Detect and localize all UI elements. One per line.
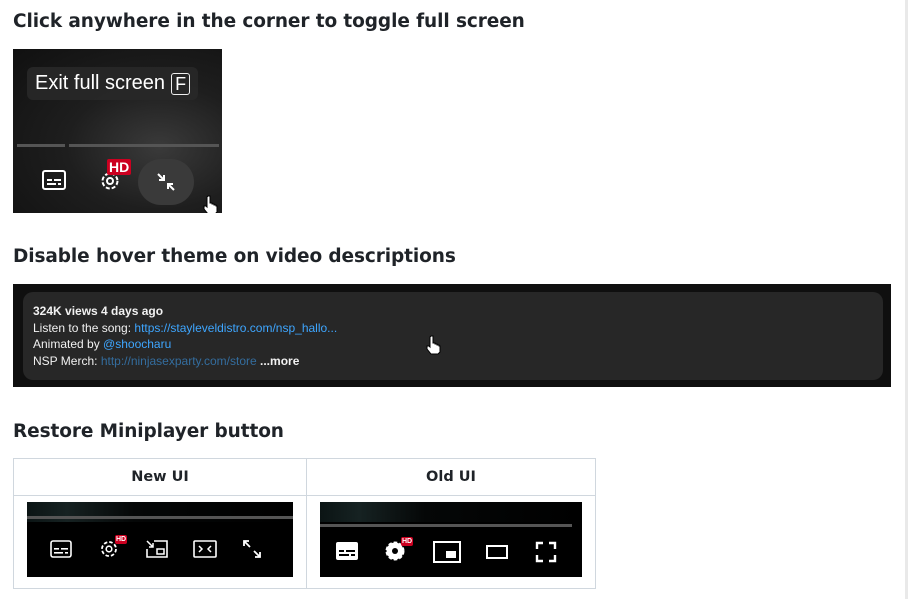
merch-link[interactable]: http://ninjasexparty.com/store bbox=[101, 354, 257, 368]
view-stats: 324K views 4 days ago bbox=[33, 304, 164, 318]
progress-bar-segment bbox=[69, 144, 219, 147]
theater-mode-icon[interactable] bbox=[486, 545, 508, 559]
miniplayer-icon[interactable] bbox=[145, 539, 169, 559]
video-background bbox=[27, 502, 293, 522]
heading-fullscreen: Click anywhere in the corner to toggle f… bbox=[13, 11, 525, 32]
subtitles-icon[interactable] bbox=[50, 540, 72, 558]
subtitles-icon[interactable] bbox=[42, 170, 66, 192]
song-link[interactable]: https://stayleveldistro.com/nsp_hallo... bbox=[134, 321, 337, 335]
heading-description: Disable hover theme on video description… bbox=[13, 246, 456, 267]
description-demo-container: 324K views 4 days ago Listen to the song… bbox=[13, 284, 891, 387]
theater-mode-icon[interactable] bbox=[193, 539, 217, 559]
hd-badge: HD bbox=[107, 159, 132, 175]
heading-miniplayer: Restore Miniplayer button bbox=[13, 421, 284, 442]
video-description-box[interactable]: 324K views 4 days ago Listen to the song… bbox=[23, 292, 883, 380]
video-background bbox=[320, 502, 582, 522]
animator-link[interactable]: @shoocharu bbox=[103, 337, 171, 351]
table-row: HD HD bbox=[13, 495, 596, 589]
show-more-button[interactable]: ...more bbox=[260, 354, 299, 368]
subtitles-icon[interactable] bbox=[336, 542, 358, 560]
progress-bar bbox=[27, 516, 293, 519]
description-text: Listen to the song: bbox=[33, 321, 135, 335]
new-ui-cell: HD bbox=[13, 495, 307, 589]
description-line: NSP Merch: http://ninjasexparty.com/stor… bbox=[33, 354, 299, 368]
tooltip-shortcut-key: F bbox=[171, 72, 191, 95]
description-text: NSP Merch: bbox=[33, 354, 101, 368]
fullscreen-icon[interactable] bbox=[535, 541, 557, 563]
description-text: Animated by bbox=[33, 337, 104, 351]
tooltip-text: Exit full screen bbox=[35, 72, 166, 94]
table-header-row: New UI Old UI bbox=[13, 458, 596, 496]
hd-badge: HD bbox=[401, 537, 414, 546]
exit-fullscreen-button[interactable] bbox=[138, 159, 194, 205]
description-line: Listen to the song: https://stayleveldis… bbox=[33, 321, 337, 335]
old-ui-cell: HD bbox=[306, 495, 596, 589]
hand-cursor-icon bbox=[203, 195, 218, 213]
progress-bar-segment bbox=[17, 144, 65, 147]
column-header-old-ui: Old UI bbox=[306, 458, 596, 496]
fullscreen-demo-player: Exit full screen F HD bbox=[13, 49, 222, 213]
exit-fullscreen-tooltip: Exit full screen F bbox=[27, 67, 199, 100]
new-ui-player-controls: HD bbox=[27, 502, 293, 577]
column-header-new-ui: New UI bbox=[13, 458, 307, 496]
progress-bar bbox=[320, 524, 572, 527]
miniplayer-icon[interactable] bbox=[433, 541, 461, 563]
ui-comparison-table: New UI Old UI HD HD bbox=[13, 458, 596, 589]
description-line: Animated by @shoocharu bbox=[33, 337, 171, 351]
hand-cursor-icon bbox=[426, 335, 441, 355]
hd-badge: HD bbox=[115, 535, 128, 544]
fullscreen-icon[interactable] bbox=[242, 539, 262, 559]
old-ui-player-controls: HD bbox=[320, 502, 582, 577]
exit-fullscreen-icon bbox=[157, 173, 175, 191]
